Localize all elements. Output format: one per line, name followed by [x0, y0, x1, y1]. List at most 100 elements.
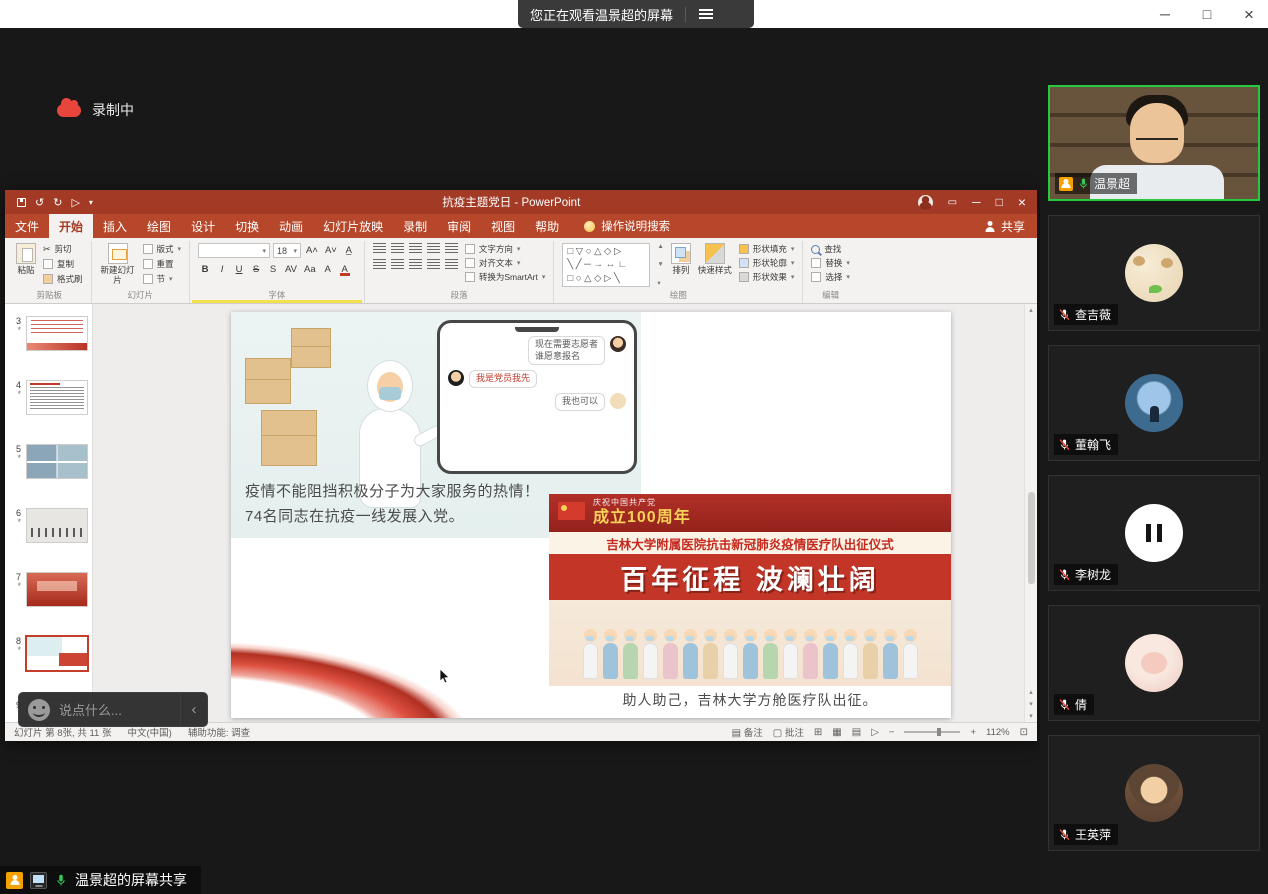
save-icon[interactable] — [17, 198, 26, 207]
scrollbar-thumb[interactable] — [1028, 492, 1035, 584]
slide-canvas[interactable]: 现在需要志愿者谁愿意报名 我是党员我先 我也可以 — [93, 304, 1024, 722]
ribbon-options-icon[interactable]: ▭ — [948, 197, 957, 208]
decrease-indent-icon[interactable] — [409, 243, 422, 254]
normal-view-button[interactable]: ⊞ — [814, 727, 822, 738]
tab-record[interactable]: 录制 — [393, 214, 437, 238]
participant-tile-wangyingping[interactable]: 王英萍 — [1048, 735, 1260, 851]
underline-button[interactable]: U — [232, 262, 246, 276]
quick-styles-button[interactable]: 快速样式 — [698, 243, 732, 276]
layout-button[interactable]: 版式▾ — [143, 243, 182, 255]
minimize-button[interactable]: ─ — [1158, 7, 1172, 21]
text-direction-button[interactable]: 文字方向▾ — [465, 243, 546, 255]
close-button[interactable]: × — [1242, 6, 1256, 23]
text-shadow-button[interactable]: S — [266, 262, 280, 276]
notes-toggle[interactable]: ▤ 备注 — [732, 725, 763, 739]
shape-effects-button[interactable]: 形状效果▾ — [739, 271, 795, 283]
reset-button[interactable]: 重置 — [143, 258, 182, 270]
shape-outline-button[interactable]: 形状轮廓▾ — [739, 257, 795, 269]
participant-tile-qian[interactable]: 倩 — [1048, 605, 1260, 721]
tab-draw[interactable]: 绘图 — [137, 214, 181, 238]
redo-icon[interactable]: ↻ — [53, 196, 62, 209]
paste-button[interactable]: 粘贴 — [16, 243, 36, 276]
slide-sorter-view-button[interactable]: ▦ — [832, 727, 841, 738]
undo-icon[interactable]: ↺ — [35, 196, 44, 209]
ppt-maximize-icon[interactable]: □ — [996, 195, 1003, 209]
increase-indent-icon[interactable] — [427, 243, 440, 254]
tab-transitions[interactable]: 切换 — [225, 214, 269, 238]
chat-quick-input[interactable]: 说点什么... ‹ — [18, 692, 208, 727]
participant-tile-donghanfei[interactable]: 董翰飞 — [1048, 345, 1260, 461]
columns-icon[interactable] — [445, 259, 458, 270]
account-avatar[interactable] — [918, 195, 933, 210]
change-case-button[interactable]: Aa — [302, 262, 318, 276]
fit-to-window-button[interactable]: ⊡ — [1020, 727, 1028, 738]
tell-me-search[interactable]: 操作说明搜索 — [584, 218, 670, 234]
slide-thumb-5[interactable]: 5* — [9, 444, 92, 480]
clear-format-button[interactable]: A̲ — [342, 244, 356, 258]
font-color-button[interactable]: A — [338, 262, 352, 276]
previous-slide-button[interactable]: ▴ — [1029, 688, 1033, 696]
tab-help[interactable]: 帮助 — [525, 214, 569, 238]
char-spacing-button[interactable]: AV — [283, 262, 299, 276]
shrink-font-button[interactable]: A˅ — [323, 244, 339, 258]
tab-slideshow[interactable]: 幻灯片放映 — [313, 214, 393, 238]
shape-gallery-scroll[interactable]: ▲▼▾ — [657, 243, 663, 287]
shape-gallery[interactable]: □ ▽ ○ △ ◇ ▷ ╲ ╱ ─ → ↔ ∟ □ ○ △ ◇ ▷ ╲ — [562, 243, 650, 287]
chat-collapse-button[interactable]: ‹ — [180, 693, 207, 726]
font-name-combo[interactable]: ▾ — [198, 243, 270, 258]
vertical-scrollbar[interactable]: ▴ ▴ ▾ ▾ — [1024, 304, 1037, 722]
reading-view-button[interactable]: ▤ — [852, 727, 861, 738]
slide-thumb-8-selected[interactable]: 8* — [9, 636, 92, 672]
language-status[interactable]: 中文(中国) — [127, 725, 171, 739]
bold-button[interactable]: B — [198, 262, 212, 276]
zoom-slider[interactable] — [904, 731, 960, 733]
highlight-color-button[interactable]: A — [321, 262, 335, 276]
emoji-icon[interactable] — [28, 699, 50, 721]
slideshow-view-button[interactable]: ▷ — [871, 727, 879, 738]
ppt-close-icon[interactable]: × — [1018, 194, 1026, 210]
smartart-button[interactable]: 转换为SmartArt▾ — [465, 271, 546, 283]
scroll-down-arrow[interactable]: ▾ — [1029, 712, 1033, 720]
next-slide-button[interactable]: ▾ — [1029, 700, 1033, 708]
zoom-level[interactable]: 112% — [986, 727, 1010, 738]
current-slide[interactable]: 现在需要志愿者谁愿意报名 我是党员我先 我也可以 — [231, 312, 951, 718]
participant-tile-wenjingchao[interactable]: 温景超 — [1048, 85, 1260, 201]
participant-tile-zhajiwei[interactable]: 查吉薇 — [1048, 215, 1260, 331]
format-painter-button[interactable]: 格式刷 — [43, 273, 83, 285]
font-size-combo[interactable]: 18▾ — [273, 243, 301, 258]
bullets-icon[interactable] — [373, 243, 386, 254]
replace-button[interactable]: 替换▾ — [811, 257, 850, 269]
tab-review[interactable]: 审阅 — [437, 214, 481, 238]
new-slide-button[interactable]: 新建幻灯片 — [100, 243, 136, 286]
tab-view[interactable]: 视图 — [481, 214, 525, 238]
align-center-icon[interactable] — [391, 259, 404, 270]
justify-icon[interactable] — [427, 259, 440, 270]
slide-thumb-3[interactable]: 3* — [9, 316, 92, 352]
align-left-icon[interactable] — [373, 259, 386, 270]
maximize-button[interactable]: □ — [1200, 7, 1214, 21]
qat-customize-icon[interactable]: ▾ — [89, 198, 93, 207]
strikethrough-button[interactable]: S — [249, 262, 263, 276]
select-button[interactable]: 选择▾ — [811, 271, 850, 283]
slideshow-icon[interactable]: ▷ — [71, 196, 79, 209]
chat-placeholder[interactable]: 说点什么... — [59, 700, 122, 719]
cut-button[interactable]: ✂剪切 — [43, 243, 83, 255]
slide-thumb-7[interactable]: 7* — [9, 572, 92, 608]
numbering-icon[interactable] — [391, 243, 404, 254]
line-spacing-icon[interactable] — [445, 243, 458, 254]
participant-tile-lishulong[interactable]: 李树龙 — [1048, 475, 1260, 591]
grow-font-button[interactable]: A˄ — [304, 244, 320, 258]
tab-insert[interactable]: 插入 — [93, 214, 137, 238]
align-text-button[interactable]: 对齐文本▾ — [465, 257, 546, 269]
tab-design[interactable]: 设计 — [181, 214, 225, 238]
comments-toggle[interactable]: ▢ 批注 — [773, 725, 804, 739]
recording-indicator[interactable]: 录制中 — [57, 100, 134, 120]
scroll-up-arrow[interactable]: ▴ — [1025, 306, 1037, 314]
align-right-icon[interactable] — [409, 259, 422, 270]
shape-fill-button[interactable]: 形状填充▾ — [739, 243, 795, 255]
copy-button[interactable]: 复制 — [43, 258, 83, 270]
slide-thumb-6[interactable]: 6* — [9, 508, 92, 544]
accessibility-status[interactable]: 辅助功能: 调查 — [188, 725, 250, 739]
section-button[interactable]: 节▾ — [143, 273, 182, 285]
tab-file[interactable]: 文件 — [5, 214, 49, 238]
